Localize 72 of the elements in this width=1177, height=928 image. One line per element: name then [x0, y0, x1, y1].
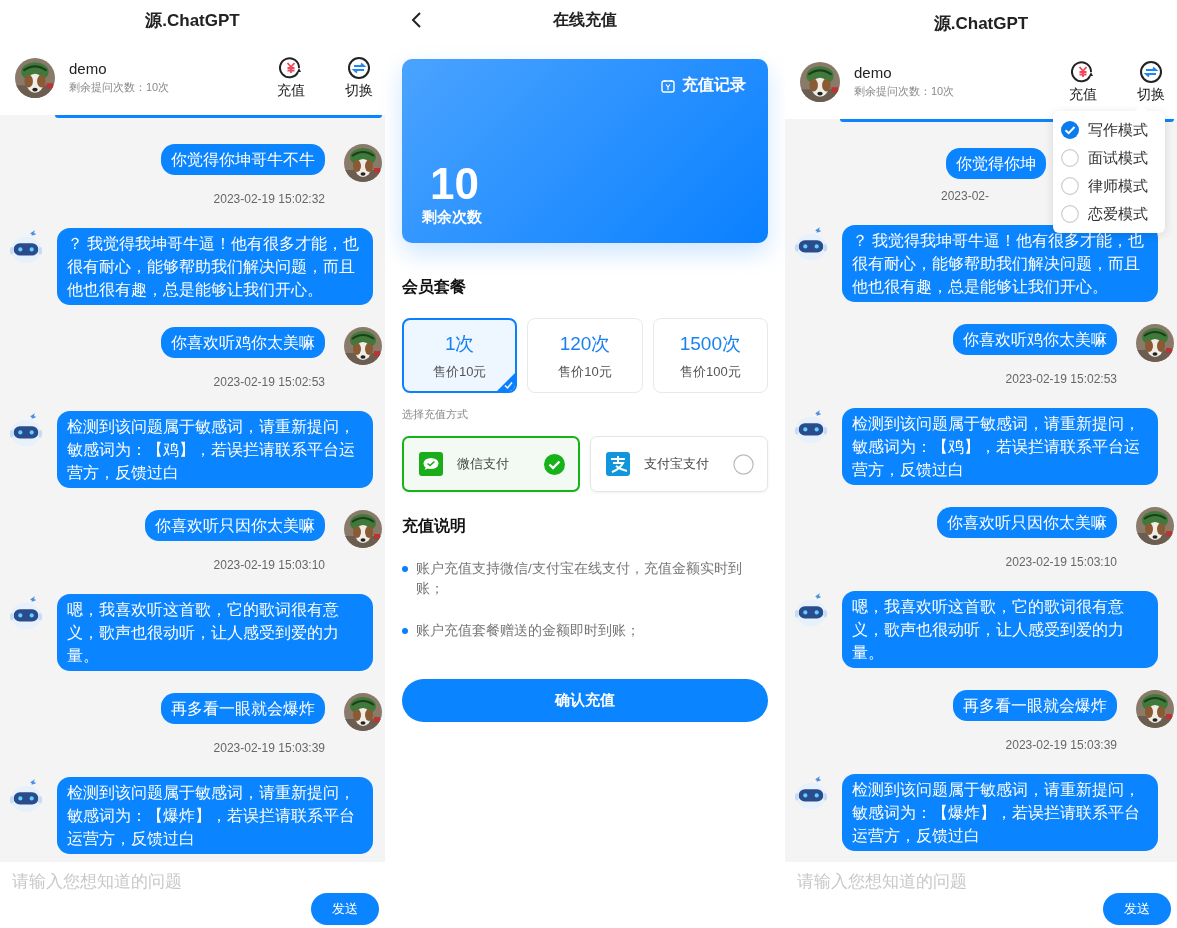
message-bubble: 你觉得你坤哥牛不牛: [161, 144, 325, 175]
app-title: 源.ChatGPT: [932, 12, 1030, 35]
send-button[interactable]: 发送: [1103, 893, 1171, 925]
check-corner-icon: [497, 373, 516, 391]
switch-button[interactable]: 切换: [1133, 59, 1169, 104]
yen-coin-icon: [279, 55, 303, 80]
yen-coin-icon: [1071, 59, 1095, 84]
alipay-icon: [606, 452, 630, 476]
message-bubble: 再多看一眼就会爆炸: [953, 690, 1117, 721]
message-bubble: 检测到该问题属于敏感词，请重新提问，敏感词为：【鸡】，若误拦请联系平台运营方，反馈过白: [842, 408, 1158, 485]
quota-text: 剩余提问次数：10次: [69, 80, 171, 95]
note-text: 账户充值套餐赠送的金额即时到账；: [416, 622, 640, 640]
balance-label: 剩余次数: [422, 208, 483, 227]
message-bubble: 检测到该问题属于敏感词，请重新提问，敏感词为：【鸡】，若误拦请联系平台运营方，反馈过白: [57, 411, 373, 488]
recharge-button[interactable]: 充值: [273, 55, 309, 100]
payment-option[interactable]: 微信支付: [402, 436, 580, 492]
message-bubble: 你喜欢听鸡你太美嘛: [161, 327, 325, 358]
message-bubble: ？ 我觉得我坤哥牛逼！他有很多才能，也很有耐心，能够帮助我们解决问题，而且他也很有趣，总是能够让我们开心。: [842, 225, 1158, 302]
user-name: demo: [69, 60, 108, 77]
mode-option[interactable]: 恋爱模式: [1061, 200, 1165, 228]
message-bubble: 你喜欢听只因你太美嘛: [937, 507, 1117, 538]
balance-value: 10: [430, 162, 480, 206]
page-title: 在线充值: [553, 9, 617, 30]
switch-button[interactable]: 切换: [341, 55, 377, 100]
mode-option[interactable]: 写作模式: [1061, 116, 1165, 144]
message-bubble: 你喜欢听鸡你太美嘛: [953, 324, 1117, 355]
payment-option[interactable]: 支付宝支付: [590, 436, 768, 492]
message-bubble: 你觉得你坤: [946, 148, 1046, 179]
app-title: 源.ChatGPT: [144, 9, 241, 32]
robot-icon: [8, 230, 44, 266]
robot-icon: [8, 413, 44, 449]
message-bubble: 检测到该问题属于敏感词，请重新提问，敏感词为：【爆炸】，若误拦请联系平台运营方，反馈过白: [57, 777, 373, 854]
message-bubble: 你喜欢听只因你太美嘛: [145, 510, 325, 541]
message-bubble: ？ 我觉得我坤哥牛逼！他有很多才能，也很有耐心，能够帮助我们解决问题，而且他也很有趣，总是能够让我们开心。: [57, 228, 373, 305]
confirm-button[interactable]: 确认充值: [402, 679, 768, 722]
note-text: 账户充值支持微信/支付宝在线支付，充值金额实时到账；: [416, 560, 743, 598]
send-button[interactable]: 发送: [311, 893, 379, 925]
user-name: demo: [854, 64, 893, 81]
package-option[interactable]: 120次 售价10元: [527, 318, 643, 393]
message-bubble: 嗯，我喜欢听这首歌，它的歌词很有意义，歌声也很动听，让人感受到爱的力量。: [57, 594, 373, 671]
robot-icon: [8, 779, 44, 815]
timestamp: 2023-02-19 15:03:39: [213, 741, 325, 755]
switch-icon: [1139, 59, 1163, 84]
robot-icon: [793, 227, 829, 263]
robot-icon: [793, 410, 829, 446]
timestamp: 2023-02-19 15:02:32: [213, 192, 325, 206]
switch-icon: [347, 55, 371, 80]
section-label: 选择充值方式: [402, 407, 469, 422]
package-option[interactable]: 1500次 售价100元: [652, 318, 768, 393]
timestamp: 2023-02-: [940, 189, 989, 203]
timestamp: 2023-02-19 15:02:53: [213, 375, 325, 389]
robot-icon: [793, 593, 829, 629]
section-title: 会员套餐: [402, 277, 467, 297]
timestamp: 2023-02-19 15:03:39: [1005, 738, 1117, 752]
timestamp: 2023-02-19 15:03:10: [213, 558, 325, 572]
mode-option[interactable]: 律师模式: [1061, 172, 1165, 200]
chat-bubble-icon: [419, 452, 443, 476]
timestamp: 2023-02-19 15:03:10: [1005, 555, 1117, 569]
section-title: 充值说明: [402, 516, 467, 536]
package-option[interactable]: 1次 售价10元: [402, 318, 518, 393]
bullet-icon: [402, 628, 408, 634]
robot-icon: [793, 776, 829, 812]
calendar-icon: [661, 78, 675, 93]
message-bubble: 检测到该问题属于敏感词，请重新提问，敏感词为：【爆炸】，若误拦请联系平台运营方，反馈过白: [842, 774, 1158, 851]
timestamp: 2023-02-19 15:02:53: [1005, 372, 1117, 386]
quota-text: 剩余提问次数：10次: [854, 84, 956, 99]
recharge-button[interactable]: 充值: [1065, 59, 1101, 104]
message-bubble: 嗯，我喜欢听这首歌，它的歌词很有意义，歌声也很动听，让人感受到爱的力量。: [842, 591, 1158, 668]
robot-icon: [8, 596, 44, 632]
mode-option[interactable]: 面试模式: [1061, 144, 1165, 172]
message-bubble: 再多看一眼就会爆炸: [161, 693, 325, 724]
bullet-icon: [402, 566, 408, 572]
